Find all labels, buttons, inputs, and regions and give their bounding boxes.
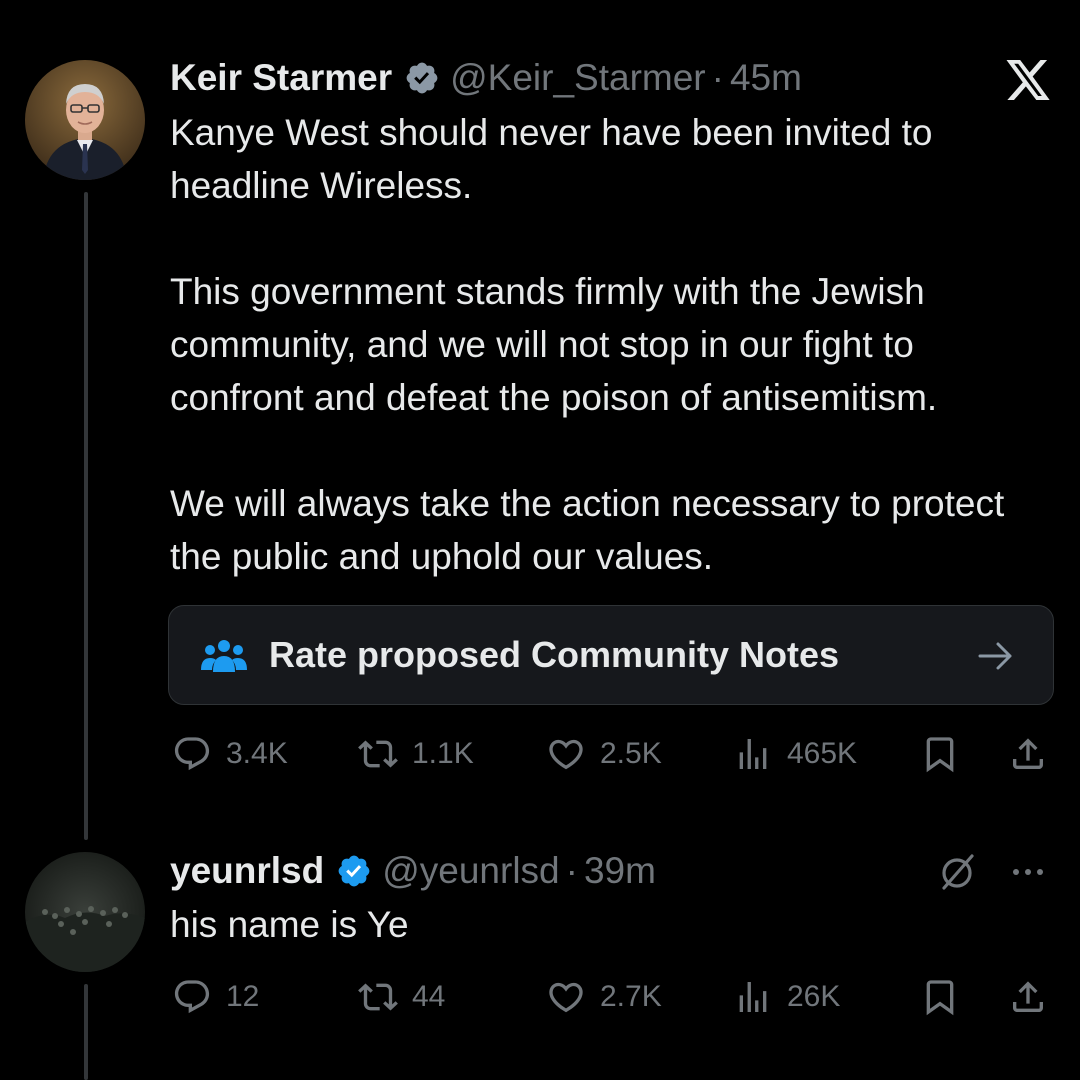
view-count: 465K [787,737,858,770]
heart-icon [549,739,583,770]
header-separator: · [565,850,578,891]
heart-icon [549,982,583,1013]
tweet-actions: 3.4K 1.1K 2.5K 465K [0,729,1080,779]
community-notes-label: Rate proposed Community Notes [269,634,840,675]
repost-count: 44 [412,980,446,1013]
timestamp[interactable]: 45m [730,57,802,99]
x-logo-icon [1006,60,1050,100]
share-icon[interactable] [1008,734,1048,774]
reply-text: his name is Ye [170,898,1050,951]
reply-button[interactable]: 12 [172,972,259,1022]
repost-icon [358,740,398,768]
more-options-icon[interactable] [1008,852,1048,892]
repost-button[interactable]: 1.1K [358,729,474,779]
repost-button[interactable]: 44 [358,972,445,1022]
author-name[interactable]: Keir Starmer [170,57,392,99]
reply-header: yeunrlsd @yeunrlsd · 39m [170,850,656,892]
avatar[interactable] [25,60,145,180]
tweet-paragraph: We will always take the action necessary… [170,483,1005,577]
reply-actions: 12 44 2.7K 26K [0,972,1080,1022]
reply-count: 12 [226,980,260,1013]
views-button[interactable]: 465K [733,729,857,779]
community-notes-button[interactable]: Rate proposed Community Notes [168,605,1054,705]
reply-icon [174,737,210,771]
repost-count: 1.1K [412,737,474,770]
tweet-paragraph: This government stands firmly with the J… [170,271,938,418]
reply-button[interactable]: 3.4K [172,729,288,779]
like-button[interactable]: 2.5K [546,729,662,779]
reply-author-handle[interactable]: @yeunrlsd [382,850,559,892]
arrow-right-icon [978,642,1012,670]
tweet-paragraph: Kanye West should never have been invite… [170,112,933,206]
like-count: 2.7K [600,980,662,1013]
like-count: 2.5K [600,737,662,770]
people-icon [201,640,247,672]
verified-badge-icon [338,855,370,887]
views-button[interactable]: 26K [733,972,840,1022]
reply-icon [174,980,210,1014]
share-icon[interactable] [1008,977,1048,1017]
tweet-header: Keir Starmer @Keir_Starmer · 45m [170,57,802,99]
reply-timestamp[interactable]: 39m [584,850,656,892]
reply-author-name[interactable]: yeunrlsd [170,850,324,892]
reply-paragraph: his name is Ye [170,904,409,945]
header-separator: · [711,57,724,98]
views-icon [739,982,767,1012]
author-handle[interactable]: @Keir_Starmer [450,57,706,99]
view-count: 26K [787,980,841,1013]
grok-icon[interactable] [938,852,978,892]
like-button[interactable]: 2.7K [546,972,662,1022]
bookmark-icon[interactable] [920,977,960,1017]
reply-avatar[interactable] [25,852,145,972]
tweet-text: Kanye West should never have been invite… [170,106,1050,583]
repost-icon [358,983,398,1011]
verified-badge-icon [406,62,438,94]
reply-count: 3.4K [226,737,288,770]
bookmark-icon[interactable] [920,734,960,774]
views-icon [739,739,767,769]
